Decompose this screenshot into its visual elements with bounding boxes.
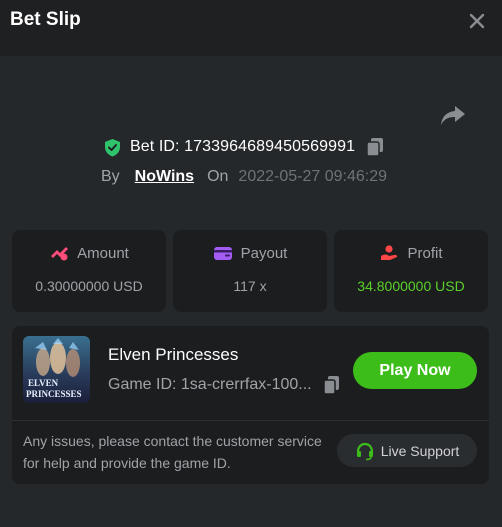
play-now-button[interactable]: Play Now <box>353 352 477 389</box>
stat-value: 0.30000000 USD <box>35 278 143 294</box>
bet-meta-row: By NoWins On 2022-05-27 09:46:29 <box>101 166 387 188</box>
stat-value: 117 x <box>233 278 267 294</box>
by-label: By <box>101 168 120 185</box>
game-thumbnail[interactable]: ELVEN PRINCESSES <box>23 336 90 403</box>
stat-profit: Profit 34.8000000 USD <box>334 230 488 312</box>
stat-amount: Amount 0.30000000 USD <box>12 230 166 312</box>
stat-label: Amount <box>77 244 129 262</box>
on-label: On <box>207 168 229 185</box>
game-id: Game ID: 1sa-crerrfax-100... <box>108 376 312 393</box>
shield-check-icon <box>105 138 120 156</box>
amount-icon <box>51 247 69 261</box>
live-support-button[interactable]: Live Support <box>337 434 477 467</box>
live-support-label: Live Support <box>380 442 460 459</box>
header: Bet Slip <box>0 0 502 40</box>
headset-icon <box>356 442 373 460</box>
bet-id-row: Bet ID: 1733964689450569991 <box>104 136 384 158</box>
thumb-title-bottom: PRINCESSES <box>26 389 82 399</box>
game-card: ELVEN PRINCESSES Elven Princesses Game I… <box>12 326 489 484</box>
username-link[interactable]: NoWins <box>135 168 194 186</box>
stat-payout: Payout 117 x <box>173 230 327 312</box>
stat-label: Profit <box>407 244 443 262</box>
page-title: Bet Slip <box>10 9 81 30</box>
thumb-title-top: ELVEN <box>28 378 59 388</box>
support-hint-text: Any issues, please contact the customer … <box>23 433 322 471</box>
copy-icon[interactable] <box>323 375 340 395</box>
copy-icon[interactable] <box>366 137 384 157</box>
divider <box>12 420 489 421</box>
game-name: Elven Princesses <box>108 345 239 364</box>
stat-label: Payout <box>240 244 288 262</box>
profit-icon <box>381 245 398 260</box>
close-icon[interactable] <box>468 12 486 30</box>
stat-value: 34.8000000 USD <box>357 278 465 294</box>
wallet-icon <box>213 247 232 260</box>
share-icon[interactable] <box>440 104 466 126</box>
bet-id: Bet ID: 1733964689450569991 <box>130 138 356 155</box>
bet-datetime: 2022-05-27 09:46:29 <box>238 168 387 185</box>
